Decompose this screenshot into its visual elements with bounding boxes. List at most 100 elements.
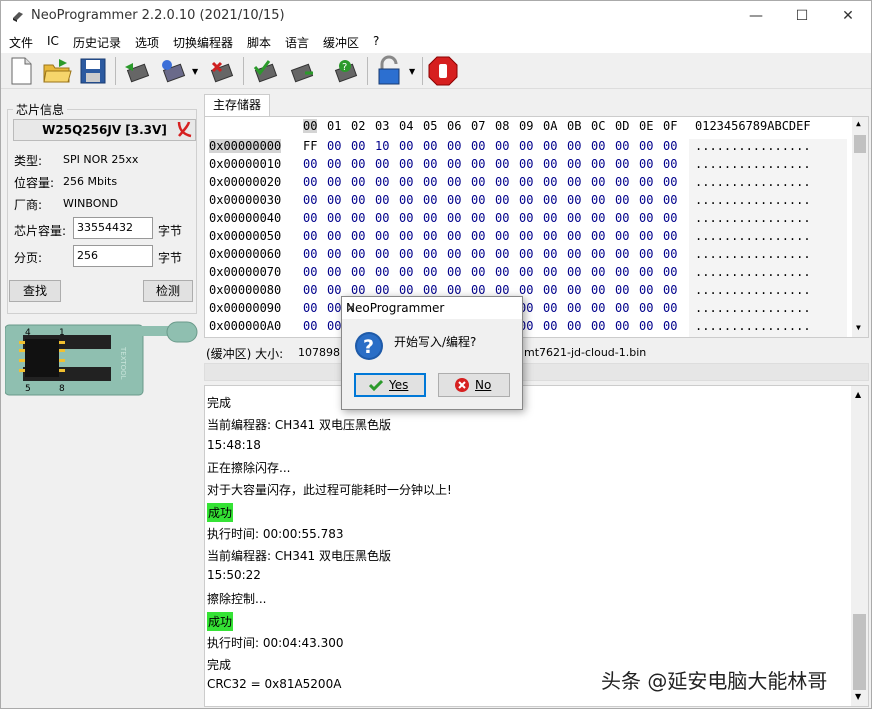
hex-byte[interactable]: 00 (543, 139, 557, 153)
hex-byte[interactable]: 00 (351, 139, 365, 153)
hex-byte[interactable]: 00 (495, 157, 509, 171)
hex-byte[interactable]: 00 (639, 139, 653, 153)
hex-byte[interactable]: 00 (399, 283, 413, 297)
hex-byte[interactable]: 00 (519, 229, 533, 243)
hex-byte[interactable]: 00 (375, 229, 389, 243)
log-vertical-scrollbar[interactable]: ▲ ▼ (851, 386, 868, 706)
hex-byte[interactable]: 00 (447, 139, 461, 153)
hex-byte[interactable]: 00 (447, 229, 461, 243)
hex-byte[interactable]: 00 (447, 211, 461, 225)
hex-byte[interactable]: 00 (495, 283, 509, 297)
scroll-down-icon[interactable]: ▼ (856, 323, 861, 332)
hex-byte[interactable]: 00 (519, 175, 533, 189)
hex-editor[interactable]: 00 01 02 03 04 05 06 07 08 09 0A 0B 0C 0D 0E 0F 01234567… (204, 116, 869, 338)
hex-byte[interactable]: 00 (567, 301, 581, 315)
hex-byte[interactable]: 00 (591, 283, 605, 297)
hex-byte[interactable]: 00 (591, 157, 605, 171)
hex-byte[interactable]: 00 (543, 211, 557, 225)
hex-byte[interactable]: 00 (471, 229, 485, 243)
hex-byte[interactable]: 00 (543, 265, 557, 279)
new-file-icon[interactable] (5, 55, 37, 87)
hex-byte[interactable]: 00 (615, 175, 629, 189)
menu-options[interactable]: 选项 (135, 34, 159, 51)
hex-byte[interactable]: 00 (471, 265, 485, 279)
hex-byte[interactable]: 00 (327, 139, 341, 153)
hex-byte[interactable]: 00 (567, 211, 581, 225)
hex-byte[interactable]: 00 (639, 157, 653, 171)
dialog-close-button[interactable]: ✕ (346, 301, 514, 315)
horizontal-scrollbar[interactable] (204, 363, 869, 381)
stop-icon[interactable] (427, 55, 459, 87)
hex-byte[interactable]: 00 (663, 319, 677, 333)
hex-byte[interactable]: 00 (351, 283, 365, 297)
hex-byte[interactable]: 00 (327, 211, 341, 225)
hex-byte[interactable]: 00 (639, 265, 653, 279)
hex-byte[interactable]: 00 (567, 157, 581, 171)
hex-byte[interactable]: 00 (495, 229, 509, 243)
hex-byte[interactable]: 00 (423, 157, 437, 171)
hex-byte[interactable]: 00 (639, 175, 653, 189)
hex-byte[interactable]: 00 (615, 211, 629, 225)
hex-byte[interactable]: 00 (327, 157, 341, 171)
hex-byte[interactable]: 00 (447, 247, 461, 261)
hex-byte[interactable]: 00 (375, 247, 389, 261)
chevron-down-icon[interactable]: ▼ (192, 67, 198, 76)
hex-byte[interactable]: 00 (663, 301, 677, 315)
scroll-thumb[interactable] (854, 135, 866, 153)
find-button[interactable]: 查找 (9, 280, 61, 302)
hex-byte[interactable]: 00 (615, 229, 629, 243)
hex-byte[interactable]: 00 (471, 283, 485, 297)
hex-byte[interactable]: 00 (615, 247, 629, 261)
hex-byte[interactable]: 00 (495, 265, 509, 279)
hex-byte[interactable]: 00 (567, 139, 581, 153)
hex-byte[interactable]: 00 (543, 175, 557, 189)
hex-byte[interactable]: 00 (327, 193, 341, 207)
erase-chip-icon[interactable] (205, 55, 237, 87)
hex-byte[interactable]: 00 (567, 283, 581, 297)
hex-byte[interactable]: 00 (567, 247, 581, 261)
hex-byte[interactable]: 00 (303, 247, 317, 261)
hex-byte[interactable]: 00 (327, 229, 341, 243)
hex-byte[interactable]: 00 (663, 229, 677, 243)
hex-byte[interactable]: 00 (615, 319, 629, 333)
minimize-button[interactable]: — (733, 1, 779, 31)
hex-byte[interactable]: 00 (543, 193, 557, 207)
hex-byte[interactable]: 00 (351, 157, 365, 171)
hex-byte[interactable]: 00 (303, 229, 317, 243)
no-button[interactable]: No (438, 373, 510, 397)
hex-byte[interactable]: 00 (423, 139, 437, 153)
tab-main-memory[interactable]: 主存储器 (204, 94, 270, 116)
hex-byte[interactable]: 00 (447, 265, 461, 279)
hex-byte[interactable]: 00 (495, 139, 509, 153)
hex-byte[interactable]: 00 (375, 283, 389, 297)
read-chip-icon[interactable] (121, 55, 153, 87)
hex-byte[interactable]: FF (303, 139, 317, 153)
hex-byte[interactable]: 00 (399, 229, 413, 243)
hex-byte[interactable]: 00 (615, 283, 629, 297)
hex-byte[interactable]: 00 (471, 157, 485, 171)
hex-byte[interactable]: 00 (351, 247, 365, 261)
hex-byte[interactable]: 00 (615, 265, 629, 279)
hex-byte[interactable]: 00 (543, 157, 557, 171)
hex-byte[interactable]: 00 (303, 319, 317, 333)
hex-byte[interactable]: 00 (303, 193, 317, 207)
hex-byte[interactable]: 00 (615, 301, 629, 315)
hex-byte[interactable]: 00 (567, 175, 581, 189)
hex-byte[interactable]: 00 (567, 319, 581, 333)
hex-byte[interactable]: 00 (471, 211, 485, 225)
hex-byte[interactable]: 00 (351, 175, 365, 189)
hex-byte[interactable]: 00 (303, 175, 317, 189)
hex-byte[interactable]: 00 (567, 229, 581, 243)
hex-byte[interactable]: 00 (447, 283, 461, 297)
hex-byte[interactable]: 00 (303, 265, 317, 279)
chevron-down-icon[interactable]: ▼ (409, 67, 415, 76)
hex-byte[interactable]: 00 (375, 193, 389, 207)
hex-byte[interactable]: 00 (495, 211, 509, 225)
hex-byte[interactable]: 00 (591, 229, 605, 243)
detect-button[interactable]: 检测 (143, 280, 193, 302)
pdf-icon[interactable] (176, 120, 194, 139)
hex-byte[interactable]: 00 (639, 319, 653, 333)
hex-byte[interactable]: 00 (375, 265, 389, 279)
hex-byte[interactable]: 00 (591, 247, 605, 261)
hex-byte[interactable]: 00 (591, 301, 605, 315)
